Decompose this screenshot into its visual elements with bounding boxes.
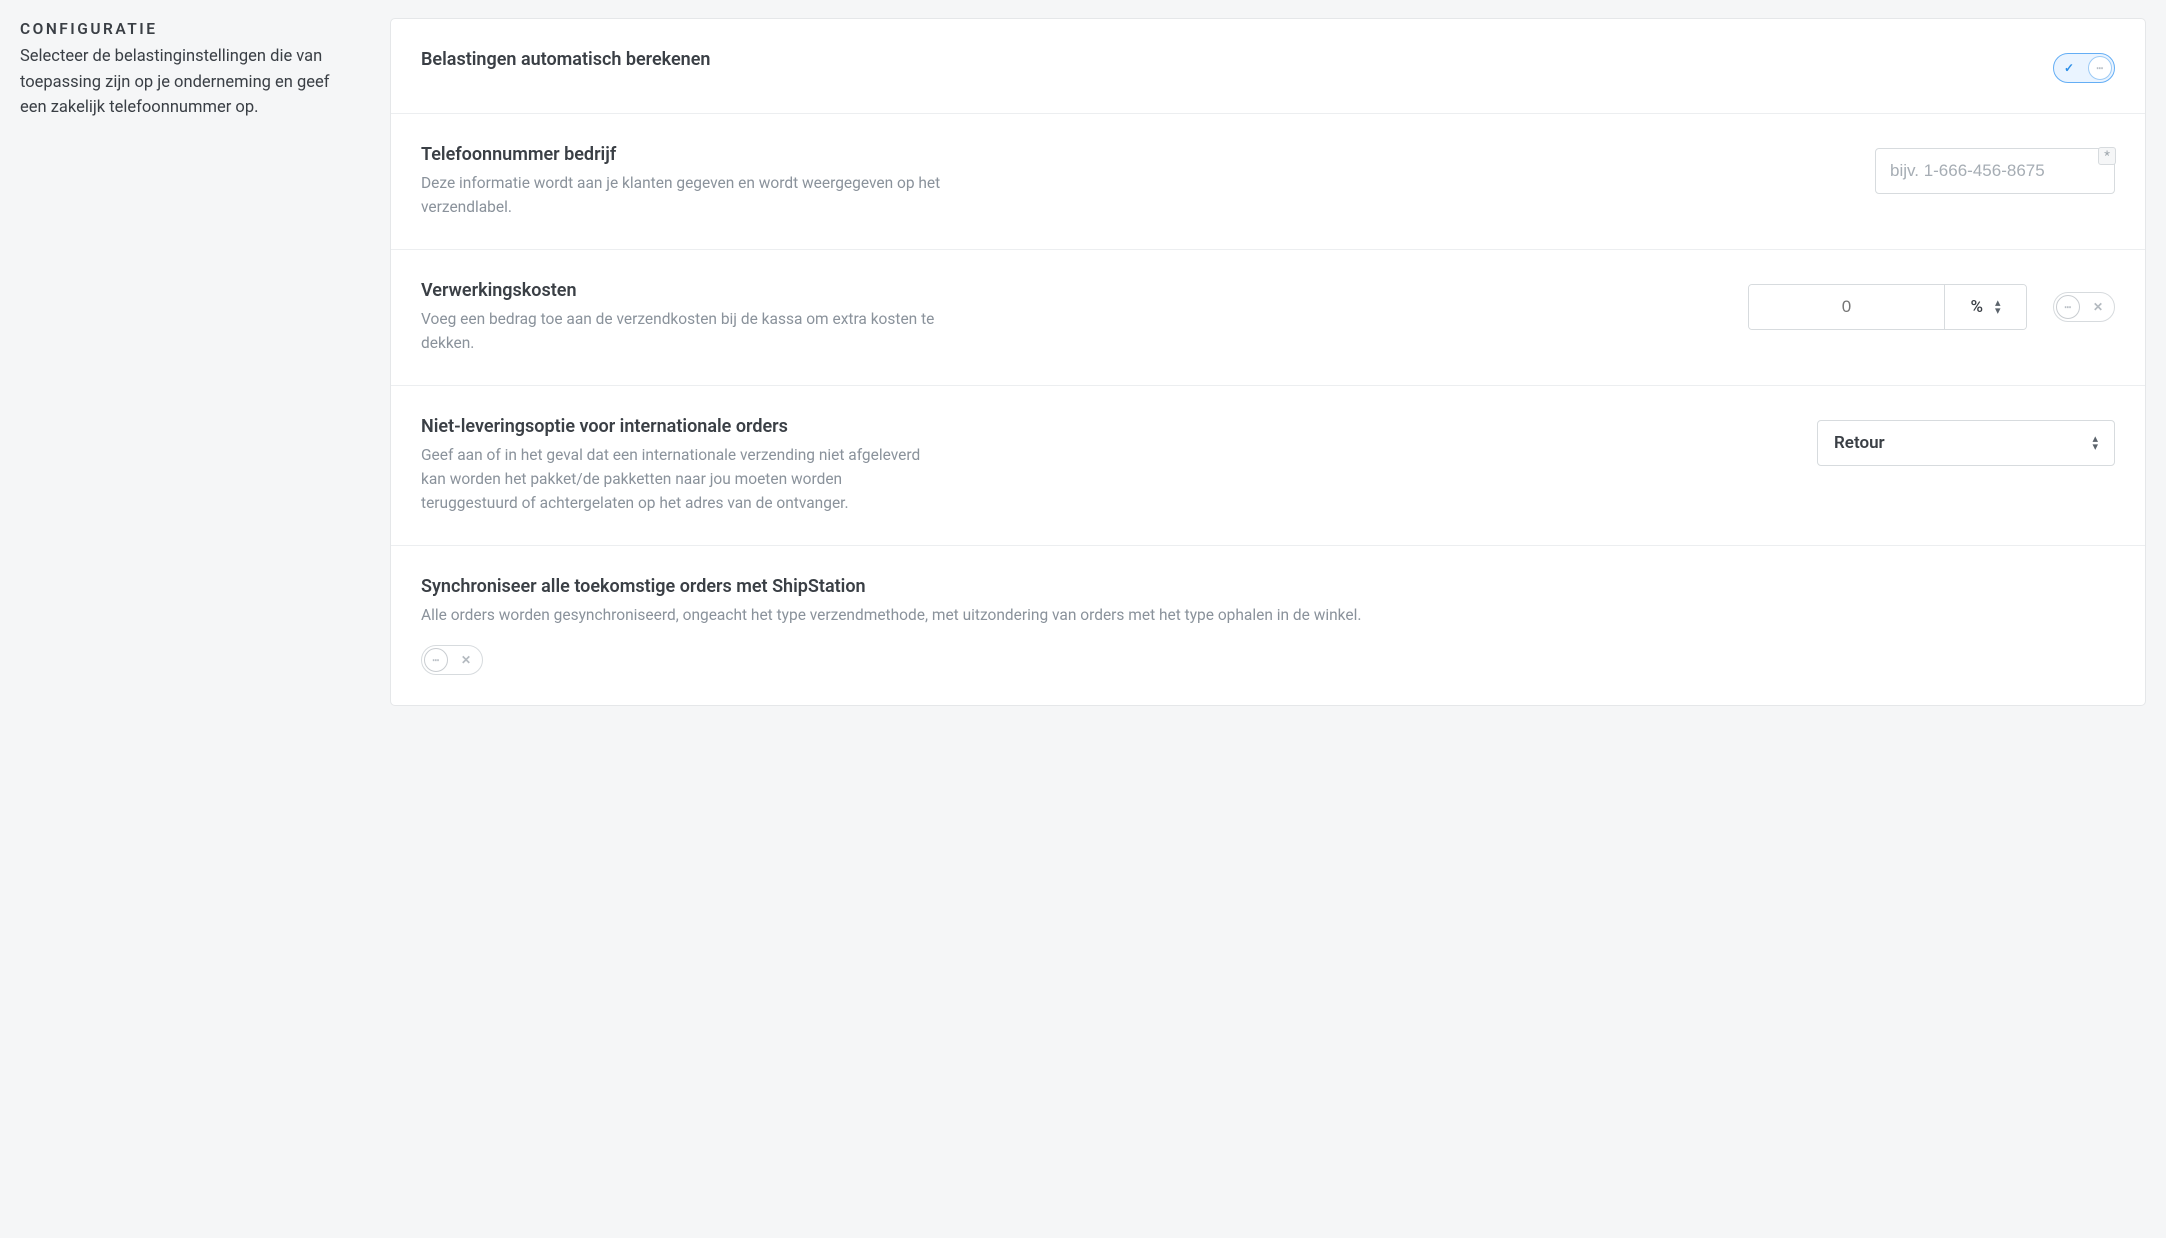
required-badge: * (2098, 147, 2116, 165)
sync-title: Synchroniseer alle toekomstige orders me… (421, 576, 1361, 597)
nondelivery-desc: Geef aan of in het geval dat een interna… (421, 443, 941, 515)
toggle-knob: ┅ (2056, 295, 2080, 319)
config-sidebar: CONFIGURATIE Selecteer de belastinginste… (20, 18, 390, 706)
phone-input[interactable] (1875, 148, 2115, 194)
handling-desc: Voeg een bedrag toe aan de verzendkosten… (421, 307, 941, 355)
handling-input-group: % ▴▾ (1748, 284, 2027, 330)
auto-tax-toggle[interactable]: ✓ ┅ (2053, 53, 2115, 83)
phone-desc: Deze informatie wordt aan je klanten geg… (421, 171, 941, 219)
auto-tax-title: Belastingen automatisch berekenen (421, 49, 2023, 70)
row-phone: Telefoonnummer bedrijf Deze informatie w… (391, 114, 2145, 250)
settings-panel: Belastingen automatisch berekenen ✓ ┅ Te… (390, 18, 2146, 706)
sync-desc: Alle orders worden gesynchroniseerd, ong… (421, 603, 1361, 627)
row-auto-tax: Belastingen automatisch berekenen ✓ ┅ (391, 19, 2145, 114)
nondelivery-title: Niet-leveringsoptie voor internationale … (421, 416, 1787, 437)
handling-unit-value: % (1970, 297, 1983, 317)
handling-unit-select[interactable]: % ▴▾ (1944, 285, 2026, 329)
handling-toggle[interactable]: ┅ ✕ (2053, 292, 2115, 322)
x-icon: ✕ (2093, 301, 2103, 313)
nondelivery-select[interactable]: Retour ▴▾ (1817, 420, 2115, 466)
sync-toggle[interactable]: ┅ ✕ (421, 645, 483, 675)
row-sync: Synchroniseer alle toekomstige orders me… (391, 546, 2145, 705)
phone-title: Telefoonnummer bedrijf (421, 144, 1845, 165)
chevron-updown-icon: ▴▾ (1995, 299, 2001, 314)
chevron-updown-icon: ▴▾ (2092, 435, 2098, 450)
handling-title: Verwerkingskosten (421, 280, 1718, 301)
handling-amount-input[interactable] (1749, 285, 1944, 329)
toggle-knob: ┅ (424, 648, 448, 672)
x-icon: ✕ (461, 654, 471, 666)
check-icon: ✓ (2064, 62, 2074, 74)
nondelivery-selected: Retour (1834, 433, 1885, 453)
sidebar-title: CONFIGURATIE (20, 20, 360, 38)
row-handling: Verwerkingskosten Voeg een bedrag toe aa… (391, 250, 2145, 386)
toggle-knob: ┅ (2088, 56, 2112, 80)
row-nondelivery: Niet-leveringsoptie voor internationale … (391, 386, 2145, 546)
sidebar-description: Selecteer de belastinginstellingen die v… (20, 44, 360, 121)
